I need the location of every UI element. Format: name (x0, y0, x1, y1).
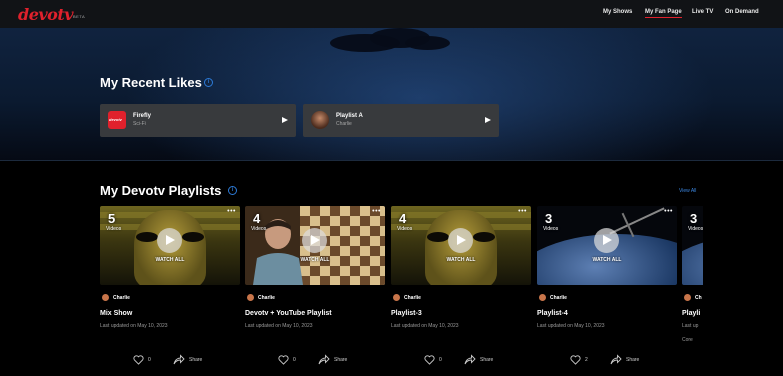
playlists-title: My Devotv Playlists (100, 183, 222, 198)
owner-avatar (247, 294, 254, 301)
owner-avatar (539, 294, 546, 301)
avatar-icon (311, 111, 329, 129)
share-icon[interactable] (318, 354, 330, 365)
more-options-icon[interactable]: ••• (664, 208, 673, 215)
like-count: 0 (293, 357, 296, 363)
recent-like-name: Playlist A (336, 113, 363, 119)
more-options-icon[interactable]: ••• (227, 208, 236, 215)
video-count: 3 (545, 211, 553, 226)
playlist-card[interactable]: 4 Videos ••• WATCH ALL Charlie Playlist-… (391, 206, 531, 366)
view-all-link[interactable]: View All (679, 188, 696, 194)
playlist-card[interactable]: 3 Videos ••• WATCH ALL Charlie Playlist-… (537, 206, 677, 366)
like-count: 0 (439, 357, 442, 363)
heart-icon[interactable] (133, 355, 144, 365)
hero-background (0, 28, 783, 161)
owner-name[interactable]: Charlie (404, 295, 421, 301)
playlist-thumbnail[interactable]: 5 Videos ••• WATCH ALL (100, 206, 240, 285)
recent-like-name: Firefly (133, 113, 152, 119)
recent-like-card[interactable]: devotv Firefly Sci-Fi (100, 104, 296, 137)
play-icon[interactable] (485, 117, 491, 123)
heart-icon[interactable] (278, 355, 289, 365)
play-icon[interactable] (302, 228, 327, 253)
info-icon[interactable]: i (204, 78, 213, 87)
recent-like-owner: Charlie (336, 121, 352, 127)
info-icon[interactable]: i (228, 186, 237, 195)
owner-avatar (393, 294, 400, 301)
share-label[interactable]: Share (626, 357, 639, 363)
nav-my-fan-page[interactable]: My Fan Page (645, 9, 682, 18)
playlist-thumbnail[interactable]: 3 Videos ••• WATCH ALL (537, 206, 677, 285)
playlist-card[interactable]: 3 Videos Ch Playli Last up Core (682, 206, 703, 366)
owner-avatar (684, 294, 691, 301)
video-count-label: Videos (397, 226, 413, 232)
heart-icon[interactable] (424, 355, 435, 365)
devotv-logo[interactable]: devotv (18, 5, 74, 24)
play-icon[interactable] (448, 228, 473, 253)
last-updated: Last updated on May 10, 2023 (100, 323, 168, 329)
last-updated: Last up (682, 323, 699, 329)
last-updated: Last updated on May 10, 2023 (391, 323, 459, 329)
playlist-thumbnail[interactable]: 4 Videos ••• WATCH ALL (245, 206, 385, 285)
recent-like-genre: Sci-Fi (133, 121, 146, 127)
share-icon[interactable] (173, 354, 185, 365)
video-count: 3 (690, 211, 698, 226)
watch-all-label[interactable]: WATCH ALL (100, 257, 240, 263)
nav-my-shows[interactable]: My Shows (603, 9, 632, 15)
playlist-extra-text: Core (682, 337, 693, 343)
nav-on-demand[interactable]: On Demand (725, 9, 759, 15)
video-count: 4 (253, 211, 261, 226)
nav-live-tv[interactable]: Live TV (692, 9, 713, 15)
owner-name[interactable]: Charlie (258, 295, 275, 301)
playlist-title[interactable]: Playli (682, 310, 700, 317)
video-count: 5 (108, 211, 116, 226)
share-icon[interactable] (610, 354, 622, 365)
owner-name[interactable]: Ch (695, 295, 702, 301)
top-navigation-bar: devotv BETA My Shows My Fan Page Live TV… (0, 0, 783, 29)
share-label[interactable]: Share (334, 357, 347, 363)
playlist-thumbnail[interactable]: 4 Videos ••• WATCH ALL (391, 206, 531, 285)
last-updated: Last updated on May 10, 2023 (245, 323, 313, 329)
section-divider (0, 160, 783, 161)
play-icon[interactable] (282, 117, 288, 123)
video-count-label: Videos (106, 226, 122, 232)
owner-avatar (102, 294, 109, 301)
play-icon[interactable] (594, 228, 619, 253)
playlist-thumbnail[interactable]: 3 Videos (682, 206, 703, 285)
video-count-label: Videos (543, 226, 559, 232)
playlist-title[interactable]: Playlist-4 (537, 310, 568, 317)
video-count: 4 (399, 211, 407, 226)
play-icon[interactable] (157, 228, 182, 253)
playlist-title[interactable]: Mix Show (100, 310, 132, 317)
share-label[interactable]: Share (189, 357, 202, 363)
video-count-label: Videos (688, 226, 703, 232)
video-count-label: Videos (251, 226, 267, 232)
recent-like-card[interactable]: Playlist A Charlie (303, 104, 499, 137)
playlist-title[interactable]: Devotv + YouTube Playlist (245, 310, 332, 317)
cloud-shape (405, 36, 450, 50)
last-updated: Last updated on May 10, 2023 (537, 323, 605, 329)
like-count: 0 (148, 357, 151, 363)
playlist-card[interactable]: 5 Videos ••• WATCH ALL Charlie Mix Show … (100, 206, 240, 366)
like-count: 2 (585, 357, 588, 363)
watch-all-label[interactable]: WATCH ALL (245, 257, 385, 263)
playlist-card[interactable]: 4 Videos ••• WATCH ALL Charlie Devotv + … (245, 206, 385, 366)
share-icon[interactable] (464, 354, 476, 365)
more-options-icon[interactable]: ••• (518, 208, 527, 215)
heart-icon[interactable] (570, 355, 581, 365)
devotv-logo-icon: devotv (108, 111, 126, 129)
watch-all-label[interactable]: WATCH ALL (391, 257, 531, 263)
recent-likes-title: My Recent Likes (100, 75, 202, 90)
watch-all-label[interactable]: WATCH ALL (537, 257, 677, 263)
owner-name[interactable]: Charlie (113, 295, 130, 301)
playlist-title[interactable]: Playlist-3 (391, 310, 422, 317)
share-label[interactable]: Share (480, 357, 493, 363)
beta-badge: BETA (73, 14, 86, 19)
owner-name[interactable]: Charlie (550, 295, 567, 301)
more-options-icon[interactable]: ••• (372, 208, 381, 215)
